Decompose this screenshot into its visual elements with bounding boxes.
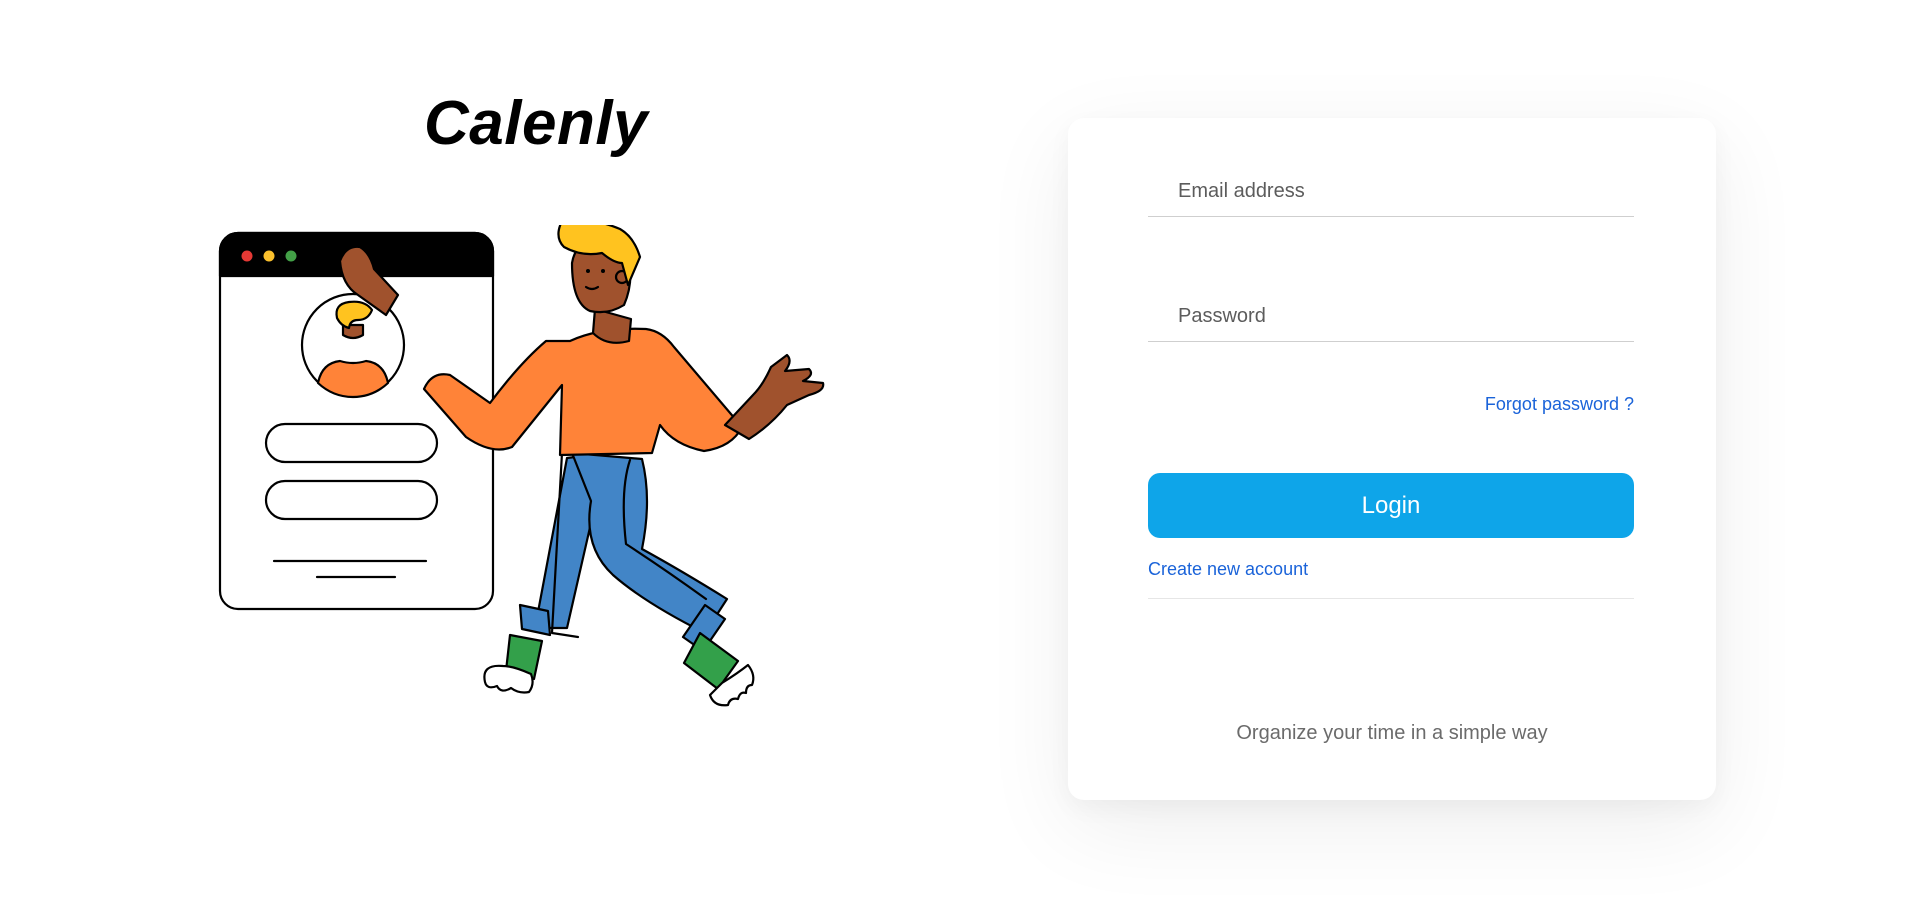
login-card: Forgot password ? Login Create new accou… [1068, 118, 1716, 800]
divider [1148, 598, 1634, 599]
create-account-link[interactable]: Create new account [1148, 559, 1308, 580]
person-with-browser-illustration [218, 225, 825, 707]
email-input[interactable] [1148, 166, 1634, 216]
forgot-password-link[interactable]: Forgot password ? [1485, 394, 1634, 415]
login-page: Calenly Email address Forgot password ? … [0, 0, 1920, 897]
password-field-wrapper [1148, 291, 1634, 342]
login-button[interactable]: Login [1148, 473, 1634, 538]
password-input[interactable] [1148, 291, 1634, 341]
email-field-wrapper [1148, 166, 1634, 217]
brand-logo: Calenly [424, 89, 649, 158]
tagline: Organize your time in a simple way [1236, 722, 1548, 744]
